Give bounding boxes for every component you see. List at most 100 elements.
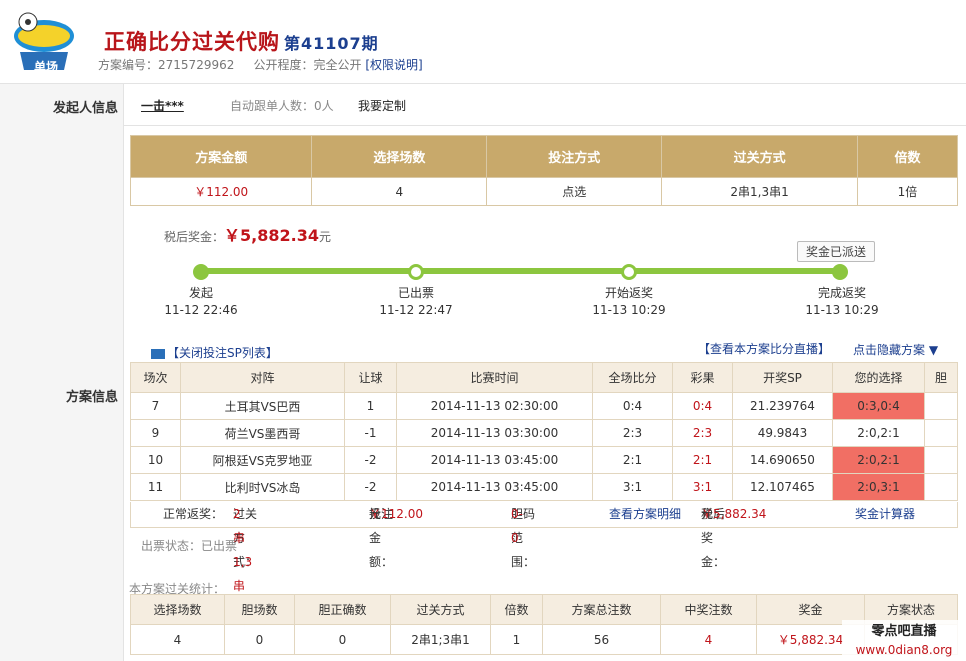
scheme-no-label: 方案编号： [98,58,159,72]
close-sp-label: 【关闭投注SP列表】 [167,346,278,360]
progress-bar [201,268,841,274]
match-header: 比赛时间 [396,362,593,393]
hide-scheme-link[interactable]: 点击隐藏方案 ▼ [853,341,938,358]
progress-step: 发起 11-12 22:46 [151,285,251,319]
summary-value: 点选 [486,177,663,206]
initiator-user[interactable]: 一击*** [141,97,184,114]
initiator-label: 发起人信息 [52,101,118,116]
match-header: 彩果 [672,362,733,393]
match-result: 2:3 [672,419,733,447]
stats-value: 0 [294,624,391,655]
page-title: 正确比分过关代购 第41107期 [104,26,379,56]
match-table: 场次 对阵 让球 比赛时间 全场比分 彩果 开奖SP 您的选择 胆 7 土耳其V… [130,362,958,501]
summary-header: 投注方式 [486,135,663,178]
logo-text: 单场 [34,60,59,74]
match-teams: 荷兰VS墨西哥 [180,419,345,447]
summary-header: 倍数 [857,135,958,178]
stats-value: 56 [542,624,661,655]
summary-value: 2串1,3串1 [661,177,858,206]
issue-number: 第41107期 [284,34,379,53]
stats-header: 胆场数 [224,594,295,625]
normal-payout-line: 正常返奖： 过关方式：2串1,3串1 投注金额：￥112.00元 胆码范围：0-… [130,502,958,617]
ticket-status: 出票状态：已出票 [141,539,238,553]
live-score-link[interactable]: 【查看本方案比分直播】 [698,340,830,357]
match-header: 对阵 [180,362,345,393]
title-text: 正确比分过关代购 [104,30,280,54]
match-score: 0:4 [592,392,673,420]
tax-unit: 元 [701,507,714,521]
match-no: 11 [130,473,181,501]
initiator-row: 一击*** 自动跟单人数：0人 我要定制 [124,84,966,126]
match-choice: 2:0,2:1 [832,419,925,447]
step-name: 开始返奖 [604,286,653,300]
match-header: 全场比分 [592,362,673,393]
progress-step: 完成返奖 11-13 10:29 [792,285,892,319]
match-header-row: 场次 对阵 让球 比赛时间 全场比分 彩果 开奖SP 您的选择 胆 [130,362,958,393]
stats-value: 4 [130,624,225,655]
match-score: 2:1 [592,446,673,474]
table-row: 9 荷兰VS墨西哥 -1 2014-11-13 03:30:00 2:3 2:3… [130,419,958,447]
scheme-label: 方案信息 [65,390,118,405]
step-time: 11-13 10:29 [592,303,666,317]
pass-stats-table: 选择场数 胆场数 胆正确数 过关方式 倍数 方案总注数 中奖注数 奖金 方案状态… [130,594,958,655]
scheme-no: 2715729962 [158,58,235,72]
auto-follow: 自动跟单人数：0人 [230,99,334,113]
match-dan [924,419,958,447]
prize-amount: ￥5,882.34 [224,226,319,245]
table-row: 7 土耳其VS巴西 1 2014-11-13 02:30:00 0:4 0:4 … [130,392,958,420]
match-handicap: 1 [344,392,397,420]
stats-header: 过关方式 [390,594,491,625]
watermark: 零点吧直播 www.0dian8.org [842,620,966,661]
close-sp-list-link[interactable]: 【关闭投注SP列表】 [151,344,278,361]
summary-table: 方案金额 选择场数 投注方式 过关方式 倍数 ￥112.00 4 点选 2串1,… [129,135,958,206]
progress-dot [832,264,848,280]
table-row: 10 阿根廷VS克罗地亚 -2 2014-11-13 03:45:00 2:1 … [130,446,958,474]
match-no: 10 [130,446,181,474]
table-row: 11 比利时VS冰岛 -2 2014-11-13 03:45:00 3:1 3:… [130,473,958,501]
permission-link[interactable]: [权限说明] [365,58,422,72]
match-dan [924,446,958,474]
match-handicap: -2 [344,446,397,474]
match-time: 2014-11-13 03:30:00 [396,419,593,447]
match-sp: 12.107465 [732,473,833,501]
prize-calculator-link[interactable]: 奖金计算器 [855,502,915,526]
watermark-line2: www.0dian8.org [855,643,953,657]
match-choice: 0:3,0:4 [832,392,925,420]
summary-header: 方案金额 [129,135,313,178]
match-result: 3:1 [672,473,733,501]
prize-unit: 元 [318,230,331,244]
match-time: 2014-11-13 02:30:00 [396,392,593,420]
step-name: 完成返奖 [817,286,866,300]
stats-value: 4 [660,624,757,655]
after-tax-prize: 税后奖金：￥5,882.34元 [164,222,331,246]
match-dan [924,473,958,501]
step-name: 已出票 [397,286,434,300]
stats-value: 1 [490,624,543,655]
scheme-detail-link[interactable]: 查看方案明细 [609,502,681,526]
match-header: 让球 [344,362,397,393]
step-time: 11-13 10:29 [805,303,879,317]
match-teams: 土耳其VS巴西 [180,392,345,420]
custom-link[interactable]: 我要定制 [358,97,406,114]
match-header: 场次 [130,362,181,393]
match-header: 您的选择 [832,362,925,393]
step-time: 11-12 22:47 [379,303,453,317]
scheme-meta: 方案编号：2715729962 公开程度：完全公开 [权限说明] [98,56,423,73]
stats-value: 2串1;3串1 [390,624,491,655]
match-choice: 2:0,2:1 [832,446,925,474]
progress-step: 开始返奖 11-13 10:29 [579,285,679,319]
prize-label: 税后奖金： [164,230,225,244]
match-sp: 14.690650 [732,446,833,474]
match-no: 7 [130,392,181,420]
match-dan [924,392,958,420]
public-value: 完全公开 [313,58,362,72]
list-icon [151,348,165,359]
progress-dot [408,264,424,280]
match-handicap: -1 [344,419,397,447]
match-sp: 49.9843 [732,419,833,447]
match-time: 2014-11-13 03:45:00 [396,473,593,501]
step-name: 发起 [188,286,213,300]
stats-header: 方案总注数 [542,594,661,625]
normal-label: 正常返奖： [163,507,224,521]
match-result: 0:4 [672,392,733,420]
